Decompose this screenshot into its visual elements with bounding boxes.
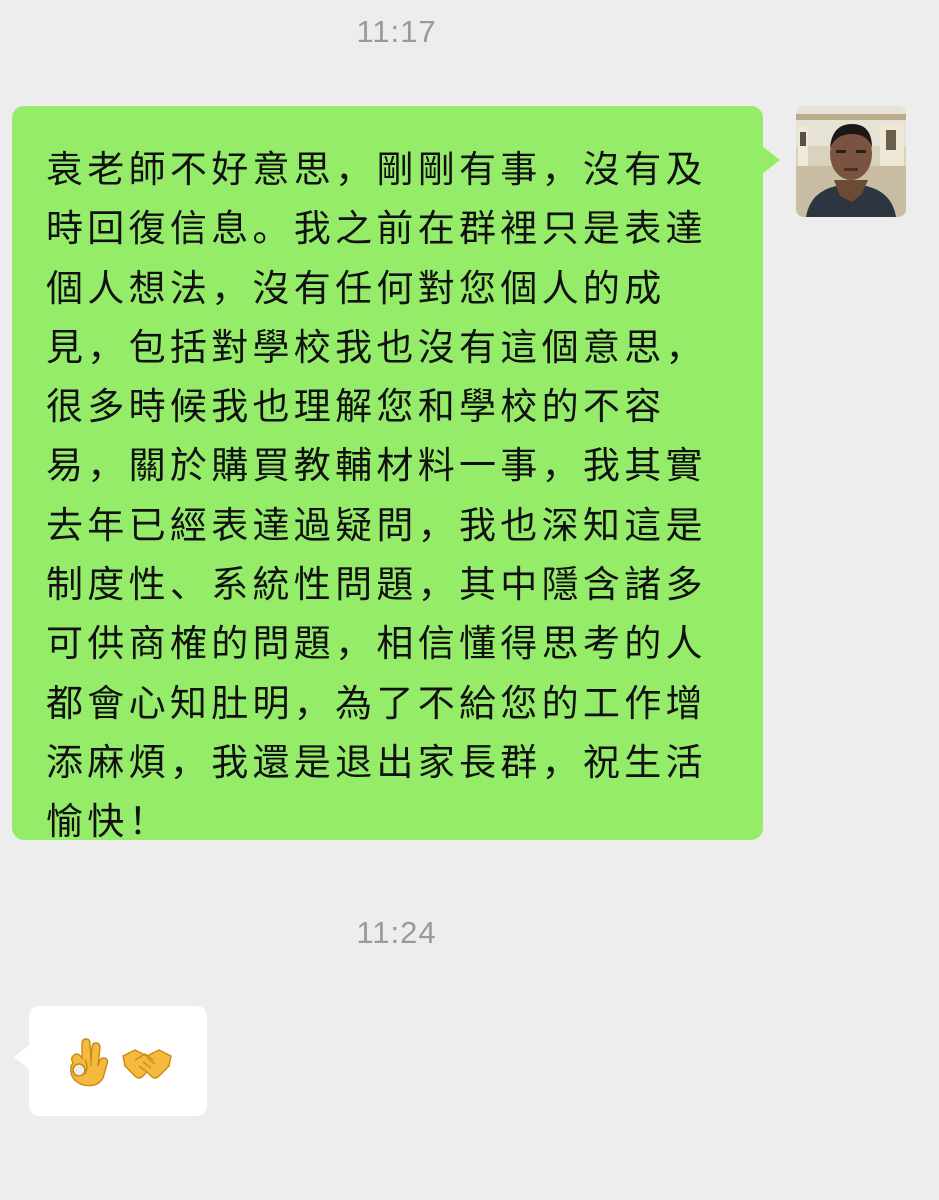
ok-hand-emoji-icon bbox=[70, 1038, 109, 1087]
bubble-tail bbox=[762, 146, 780, 174]
avatar[interactable] bbox=[796, 106, 906, 217]
timestamp-1124: 11:24 bbox=[356, 915, 437, 950]
timestamp-1117: 11:17 bbox=[356, 14, 437, 49]
handshake-emoji-icon bbox=[122, 1049, 172, 1079]
incoming-message-bubble[interactable] bbox=[14, 1006, 207, 1116]
outgoing-message-text: 袁老師不好意思，剛剛有事，沒有及時回復信息。我之前在群裡只是表達個人想法，沒有任… bbox=[46, 148, 707, 844]
outgoing-message-bubble[interactable]: 袁老師不好意思，剛剛有事，沒有及時回復信息。我之前在群裡只是表達個人想法，沒有任… bbox=[12, 106, 780, 843]
bubble-tail bbox=[14, 1044, 30, 1070]
avatar-photo-icon bbox=[796, 106, 906, 217]
